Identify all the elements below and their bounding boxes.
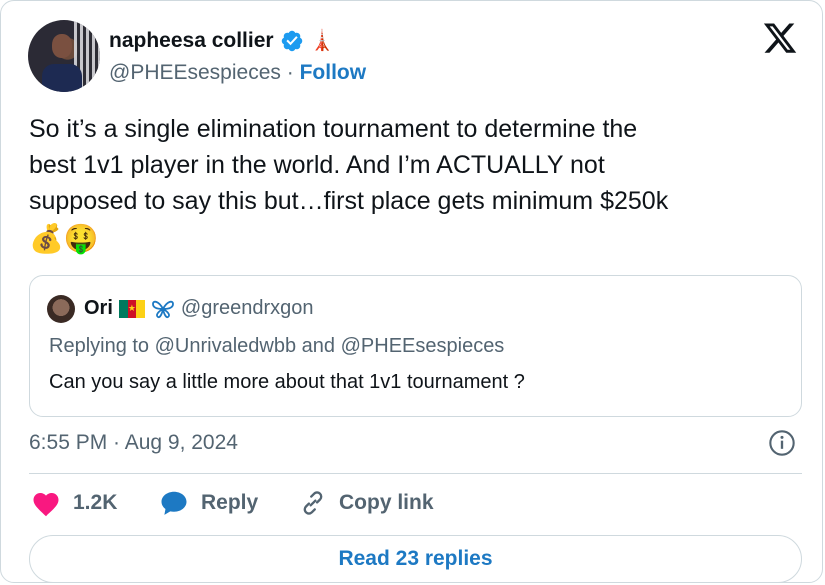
heart-icon [33,493,59,517]
quoted-tweet-text: Can you say a little more about that 1v1… [49,371,525,393]
read-replies-button[interactable]: Read 23 replies [29,535,802,583]
reply-button[interactable]: Reply [159,489,299,517]
author-handle-row: @PHEEsespieces · Follow [109,61,366,85]
reply-mention-1: @Unrivaledwbb [154,335,297,357]
tweet-emojis: 💰🤑 [29,223,99,254]
cameroon-flag-icon: ★ [118,299,145,318]
speech-bubble-icon [161,491,187,515]
tweet-embed-card: napheesa collier 🗼 @PHEEsespieces · Foll… [0,0,823,583]
divider [29,473,802,474]
read-replies-label: Read 23 replies [338,547,493,570]
butterfly-icon [152,300,174,318]
replying-to-line: Replying to @Unrivaledwbb and @PHEEsespi… [49,335,504,358]
quoted-handle: @greendrxgon [180,297,314,319]
tweet-timestamp[interactable]: 6:55 PM · Aug 9, 2024 [29,431,238,455]
quoted-display-name: Ori [84,297,113,319]
reply-label: Reply [201,491,259,514]
quoted-tweet[interactable]: Ori ★ @greendrxgon Replying to @Unrivale… [29,275,802,417]
verified-badge-icon [281,30,302,52]
info-icon[interactable] [768,429,796,457]
link-icon [303,491,323,515]
like-count: 1.2K [73,491,118,514]
separator-dot: · [286,61,294,84]
action-bar: 1.2K Reply Copy link [31,489,434,517]
eiffel-tower-emoji: 🗼 [309,30,335,52]
quoted-avatar [47,295,75,323]
tweet-text: So it’s a single elimination tournament … [29,115,669,215]
author-name-row: napheesa collier 🗼 [109,29,334,53]
reply-mention-2: @PHEEsespieces [340,335,505,357]
replying-prefix: Replying to [49,335,150,357]
copy-link-button[interactable]: Copy link [299,489,434,517]
follow-button[interactable]: Follow [300,61,367,84]
author-handle[interactable]: @PHEEsespieces [109,61,281,84]
like-button[interactable]: 1.2K [31,489,159,517]
reply-conjunction: and [301,335,336,357]
quoted-name-row: Ori ★ @greendrxgon [84,297,314,320]
x-logo-icon[interactable] [762,23,798,57]
copy-link-label: Copy link [339,491,434,514]
author-display-name[interactable]: napheesa collier [109,29,274,53]
author-avatar[interactable] [28,20,100,92]
